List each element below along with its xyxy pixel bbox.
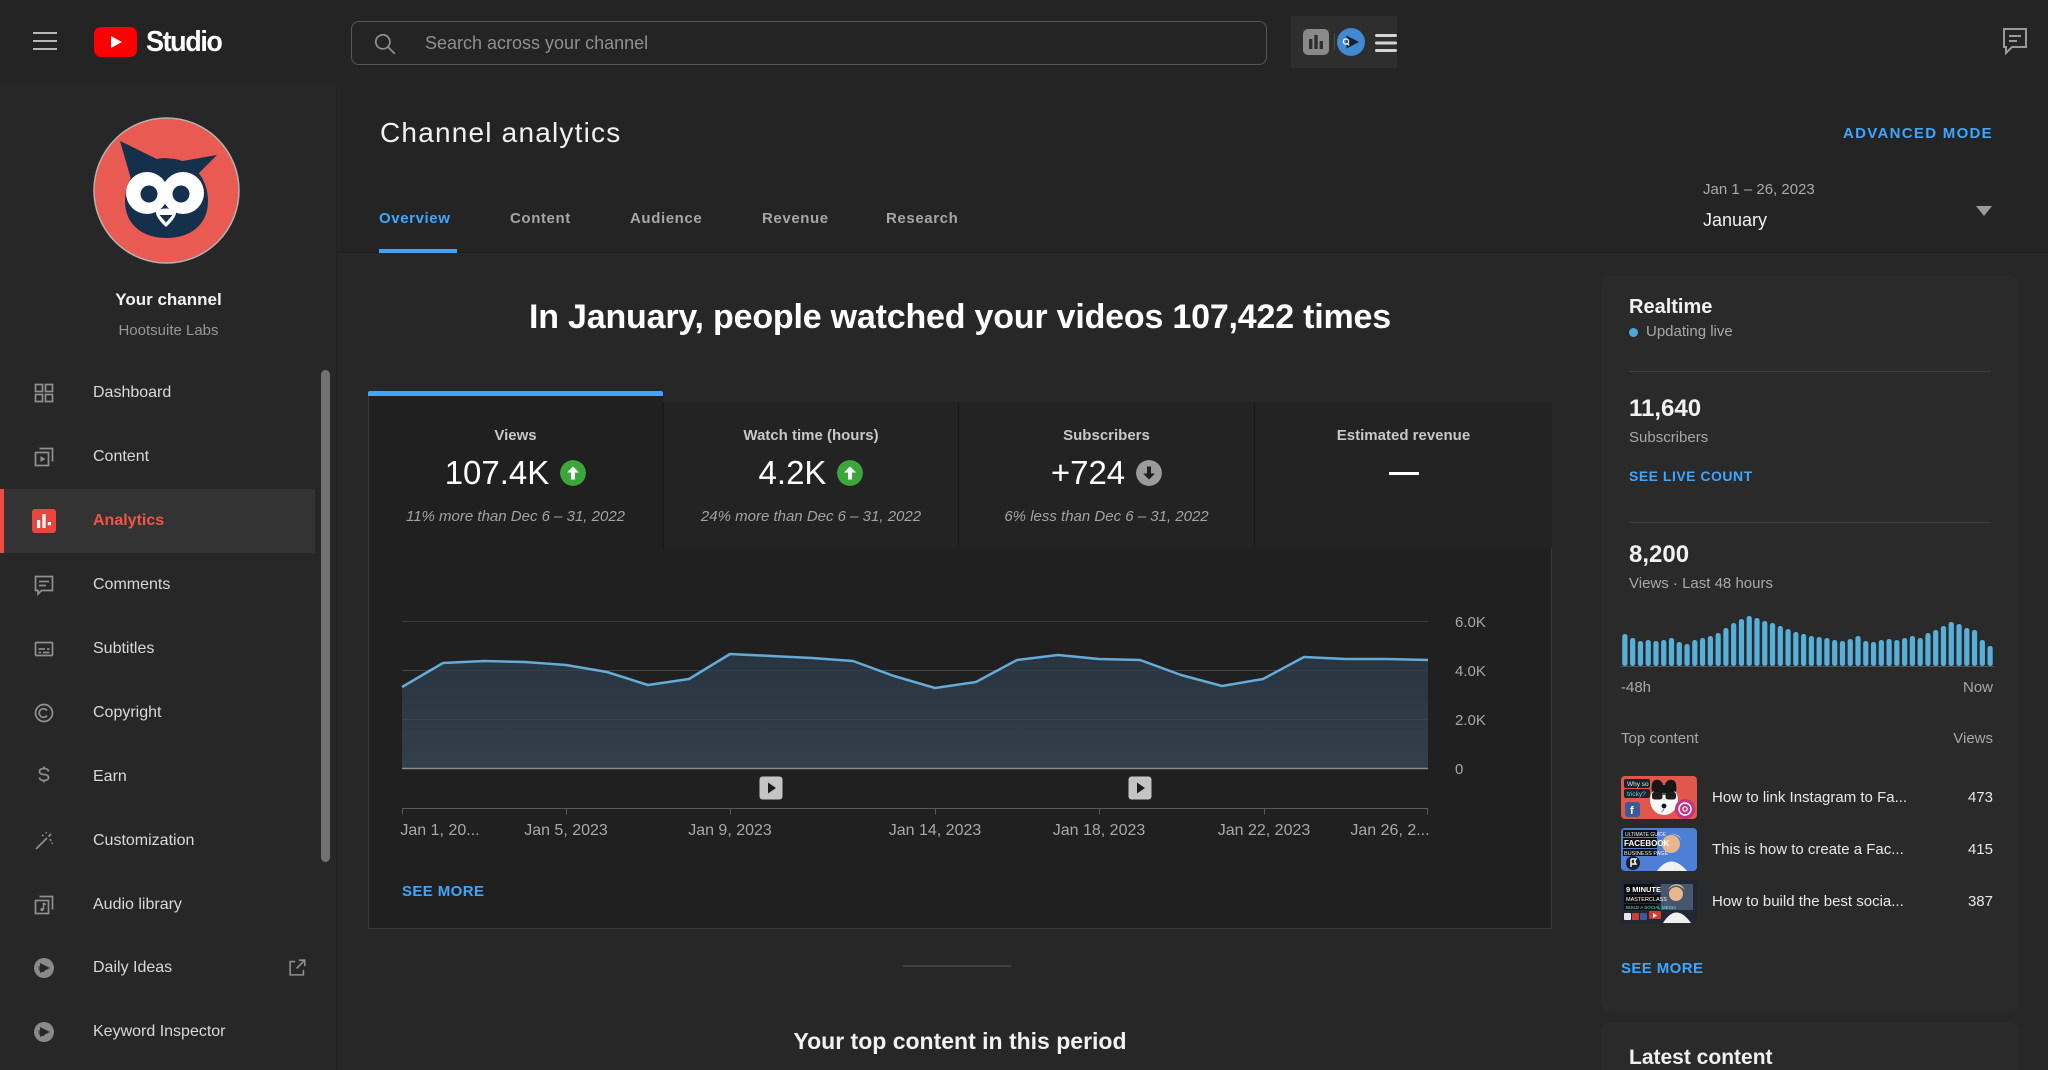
- svg-text:Jan 5, 2023: Jan 5, 2023: [524, 822, 608, 839]
- svg-text:Jan 22, 2023: Jan 22, 2023: [1218, 822, 1311, 839]
- svg-text:FACEBOOK: FACEBOOK: [1624, 839, 1670, 848]
- svg-text:IQ: IQ: [38, 966, 45, 973]
- svg-text:0: 0: [1455, 761, 1463, 778]
- svg-text:Jan 9, 2023: Jan 9, 2023: [688, 822, 772, 839]
- svg-text:f: f: [1630, 805, 1634, 817]
- svg-text:Jan 1, 20...: Jan 1, 20...: [400, 822, 479, 839]
- svg-text:9 MINUTE: 9 MINUTE: [1626, 885, 1661, 894]
- svg-text:Jan 14, 2023: Jan 14, 2023: [889, 822, 982, 839]
- svg-text:6.0K: 6.0K: [1455, 614, 1486, 631]
- svg-text:Jan 18, 2023: Jan 18, 2023: [1053, 822, 1146, 839]
- svg-text:Jan 26, 2...: Jan 26, 2...: [1350, 822, 1429, 839]
- svg-text:ULTIMATE GUIDE: ULTIMATE GUIDE: [1625, 832, 1667, 838]
- svg-text:tricky?: tricky?: [1627, 791, 1646, 798]
- svg-text:BUILD A SOCIAL MEDIA: BUILD A SOCIAL MEDIA: [1626, 905, 1676, 910]
- svg-text:MASTERCLASS: MASTERCLASS: [1626, 897, 1667, 903]
- svg-text:4.0K: 4.0K: [1455, 663, 1486, 680]
- svg-text:Why so: Why so: [1627, 781, 1649, 788]
- svg-text:BUSINESS PAGE: BUSINESS PAGE: [1624, 851, 1669, 857]
- svg-text:IQ: IQ: [38, 1030, 45, 1037]
- svg-text:2.0K: 2.0K: [1455, 712, 1486, 729]
